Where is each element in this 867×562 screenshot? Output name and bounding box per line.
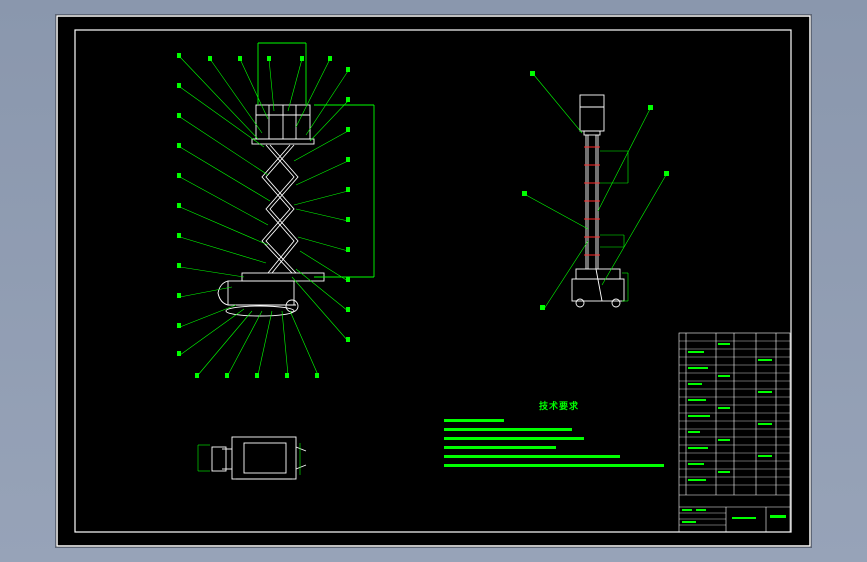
top-view-dims [197, 443, 301, 475]
outer-border [56, 15, 811, 547]
cad-viewport[interactable]: 技术要求 [0, 0, 867, 562]
tech-requirements-lines [444, 419, 664, 467]
tech-requirements-title: 技术要求 [539, 402, 580, 412]
front-view [217, 42, 375, 317]
assembly-drawing [56, 15, 811, 547]
top-view [211, 436, 307, 480]
drawing-sheet: 技术要求 [56, 15, 811, 547]
inner-border [74, 29, 792, 533]
